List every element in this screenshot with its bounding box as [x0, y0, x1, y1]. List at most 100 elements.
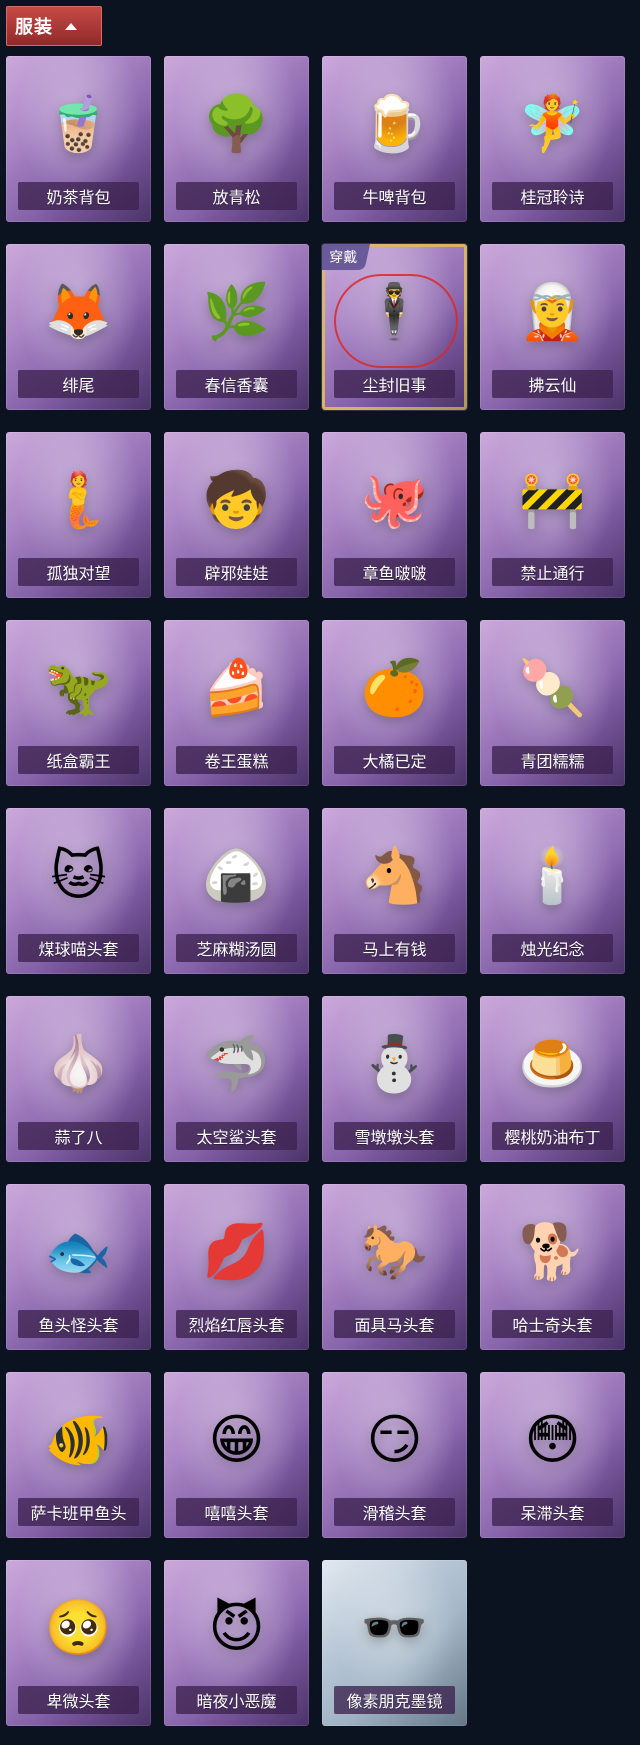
costume-name: 煤球喵头套	[18, 934, 139, 962]
costume-card[interactable]: 🦈 太空鲨头套	[164, 996, 309, 1162]
costume-card[interactable]: 🚧 禁止通行	[480, 432, 625, 598]
costume-card[interactable]: 🧜 孤独对望	[6, 432, 151, 598]
costume-card[interactable]: 🍡 青团糯糯	[480, 620, 625, 786]
costume-card[interactable]: 🦊 绯尾	[6, 244, 151, 410]
costume-thumbnail: 🐟	[44, 1219, 113, 1283]
category-header-button[interactable]: 服装	[6, 6, 102, 46]
costume-thumbnail: 🐙	[360, 467, 429, 531]
costume-thumbnail: 🐴	[360, 843, 429, 907]
costume-card[interactable]: 🧝 拂云仙	[480, 244, 625, 410]
costume-thumbnail: 🕶️	[360, 1595, 429, 1659]
costume-thumbnail: 🐠	[44, 1407, 113, 1471]
costume-thumbnail: 🦊	[44, 279, 113, 343]
costume-thumbnail: 🍺	[360, 91, 429, 155]
costume-name: 萨卡班甲鱼头	[18, 1498, 139, 1526]
costume-name: 马上有钱	[334, 934, 455, 962]
costume-thumbnail: 🕴️	[360, 279, 429, 343]
costume-name: 滑稽头套	[334, 1498, 455, 1526]
costume-thumbnail: 🍊	[360, 655, 429, 719]
costume-card[interactable]: 🐕 哈士奇头套	[480, 1184, 625, 1350]
costume-card[interactable]: 💋 烈焰红唇头套	[164, 1184, 309, 1350]
costume-thumbnail: 🥺	[44, 1595, 113, 1659]
costume-thumbnail: 🧄	[44, 1031, 113, 1095]
costume-card[interactable]: 🐴 马上有钱	[322, 808, 467, 974]
costume-name: 绯尾	[18, 370, 139, 398]
costume-name: 纸盒霸王	[18, 746, 139, 774]
costume-thumbnail: 🧒	[202, 467, 271, 531]
chevron-up-icon	[65, 22, 77, 30]
costume-name: 桂冠聆诗	[492, 182, 613, 210]
costume-card[interactable]: 🦖 纸盒霸王	[6, 620, 151, 786]
costume-thumbnail: 💋	[202, 1219, 271, 1283]
costume-name: 牛啤背包	[334, 182, 455, 210]
costume-card[interactable]: 🐙 章鱼啵啵	[322, 432, 467, 598]
costume-name: 呆滞头套	[492, 1498, 613, 1526]
costume-card[interactable]: 🌳 放青松	[164, 56, 309, 222]
costume-card[interactable]: 🍊 大橘已定	[322, 620, 467, 786]
costume-thumbnail: 🧋	[44, 91, 113, 155]
costume-card[interactable]: ⛄ 雪墩墩头套	[322, 996, 467, 1162]
costume-thumbnail: 😳	[524, 1407, 581, 1471]
costume-name: 奶茶背包	[18, 182, 139, 210]
costume-name: 春信香囊	[176, 370, 297, 398]
costume-card[interactable]: 🌿 春信香囊	[164, 244, 309, 410]
costume-card[interactable]: 😳 呆滞头套	[480, 1372, 625, 1538]
costume-thumbnail: 🧜	[44, 467, 113, 531]
costume-card[interactable]: 🍙 芝麻糊汤圆	[164, 808, 309, 974]
costume-name: 像素朋克墨镜	[334, 1686, 455, 1714]
costume-name: 放青松	[176, 182, 297, 210]
costume-card[interactable]: 🍰 卷王蛋糕	[164, 620, 309, 786]
costume-name: 尘封旧事	[334, 370, 455, 398]
costume-thumbnail: 🍰	[202, 655, 271, 719]
costume-card[interactable]: 😏 滑稽头套	[322, 1372, 467, 1538]
costume-thumbnail: 🧝	[518, 279, 587, 343]
costume-card[interactable]: 🧋 奶茶背包	[6, 56, 151, 222]
costume-thumbnail: 🦈	[202, 1031, 271, 1095]
costume-card[interactable]: 🕶️ 像素朋克墨镜	[322, 1560, 467, 1726]
costume-card[interactable]: 🐠 萨卡班甲鱼头	[6, 1372, 151, 1538]
costume-card[interactable]: 🧚 桂冠聆诗	[480, 56, 625, 222]
costume-card[interactable]: 🕯️ 烛光纪念	[480, 808, 625, 974]
costume-name: 卑微头套	[18, 1686, 139, 1714]
costume-card[interactable]: 🐎 面具马头套	[322, 1184, 467, 1350]
costume-name: 辟邪娃娃	[176, 558, 297, 586]
costume-name: 暗夜小恶魔	[176, 1686, 297, 1714]
costume-card[interactable]: 🧒 辟邪娃娃	[164, 432, 309, 598]
costume-name: 青团糯糯	[492, 746, 613, 774]
costume-name: 鱼头怪头套	[18, 1310, 139, 1338]
costume-name: 大橘已定	[334, 746, 455, 774]
costume-name: 烛光纪念	[492, 934, 613, 962]
costume-name: 樱桃奶油布丁	[492, 1122, 613, 1150]
costume-name: 雪墩墩头套	[334, 1122, 455, 1150]
costume-thumbnail: 🍡	[518, 655, 587, 719]
costume-thumbnail: 🧚	[518, 91, 587, 155]
costume-name: 章鱼啵啵	[334, 558, 455, 586]
costume-card[interactable]: 😁 嘻嘻头套	[164, 1372, 309, 1538]
costume-name: 太空鲨头套	[176, 1122, 297, 1150]
costume-thumbnail: 🕯️	[518, 843, 587, 907]
costume-card[interactable]: 😈 暗夜小恶魔	[164, 1560, 309, 1726]
costume-thumbnail: 😏	[366, 1407, 423, 1471]
costume-thumbnail: 🍮	[518, 1031, 587, 1095]
costume-card[interactable]: 🥺 卑微头套	[6, 1560, 151, 1726]
costume-name: 孤独对望	[18, 558, 139, 586]
costume-thumbnail: 🦖	[44, 655, 113, 719]
costume-card[interactable]: 🍮 樱桃奶油布丁	[480, 996, 625, 1162]
costume-name: 面具马头套	[334, 1310, 455, 1338]
costume-grid: 🧋 奶茶背包 🌳 放青松 🍺 牛啤背包 🧚 桂冠聆诗 🦊 绯尾 🌿 春信香囊 穿戴 🕴️ 尘封旧事 🧝 拂云仙 🧜…	[6, 56, 634, 1726]
costume-name: 烈焰红唇头套	[176, 1310, 297, 1338]
costume-card[interactable]: 🐟 鱼头怪头套	[6, 1184, 151, 1350]
costume-thumbnail: 🍙	[202, 843, 271, 907]
costume-card[interactable]: 🍺 牛啤背包	[322, 56, 467, 222]
costume-card[interactable]: 穿戴 🕴️ 尘封旧事	[322, 244, 467, 410]
costume-thumbnail: 🌿	[202, 279, 271, 343]
costume-thumbnail: ⛄	[360, 1031, 429, 1095]
costume-name: 拂云仙	[492, 370, 613, 398]
costume-name: 卷王蛋糕	[176, 746, 297, 774]
costume-thumbnail: 😁	[208, 1407, 265, 1471]
costume-name: 芝麻糊汤圆	[176, 934, 297, 962]
costume-thumbnail: 🐎	[360, 1219, 429, 1283]
costume-thumbnail: 🐕	[518, 1219, 587, 1283]
costume-card[interactable]: 🧄 蒜了八	[6, 996, 151, 1162]
costume-card[interactable]: 🐱 煤球喵头套	[6, 808, 151, 974]
